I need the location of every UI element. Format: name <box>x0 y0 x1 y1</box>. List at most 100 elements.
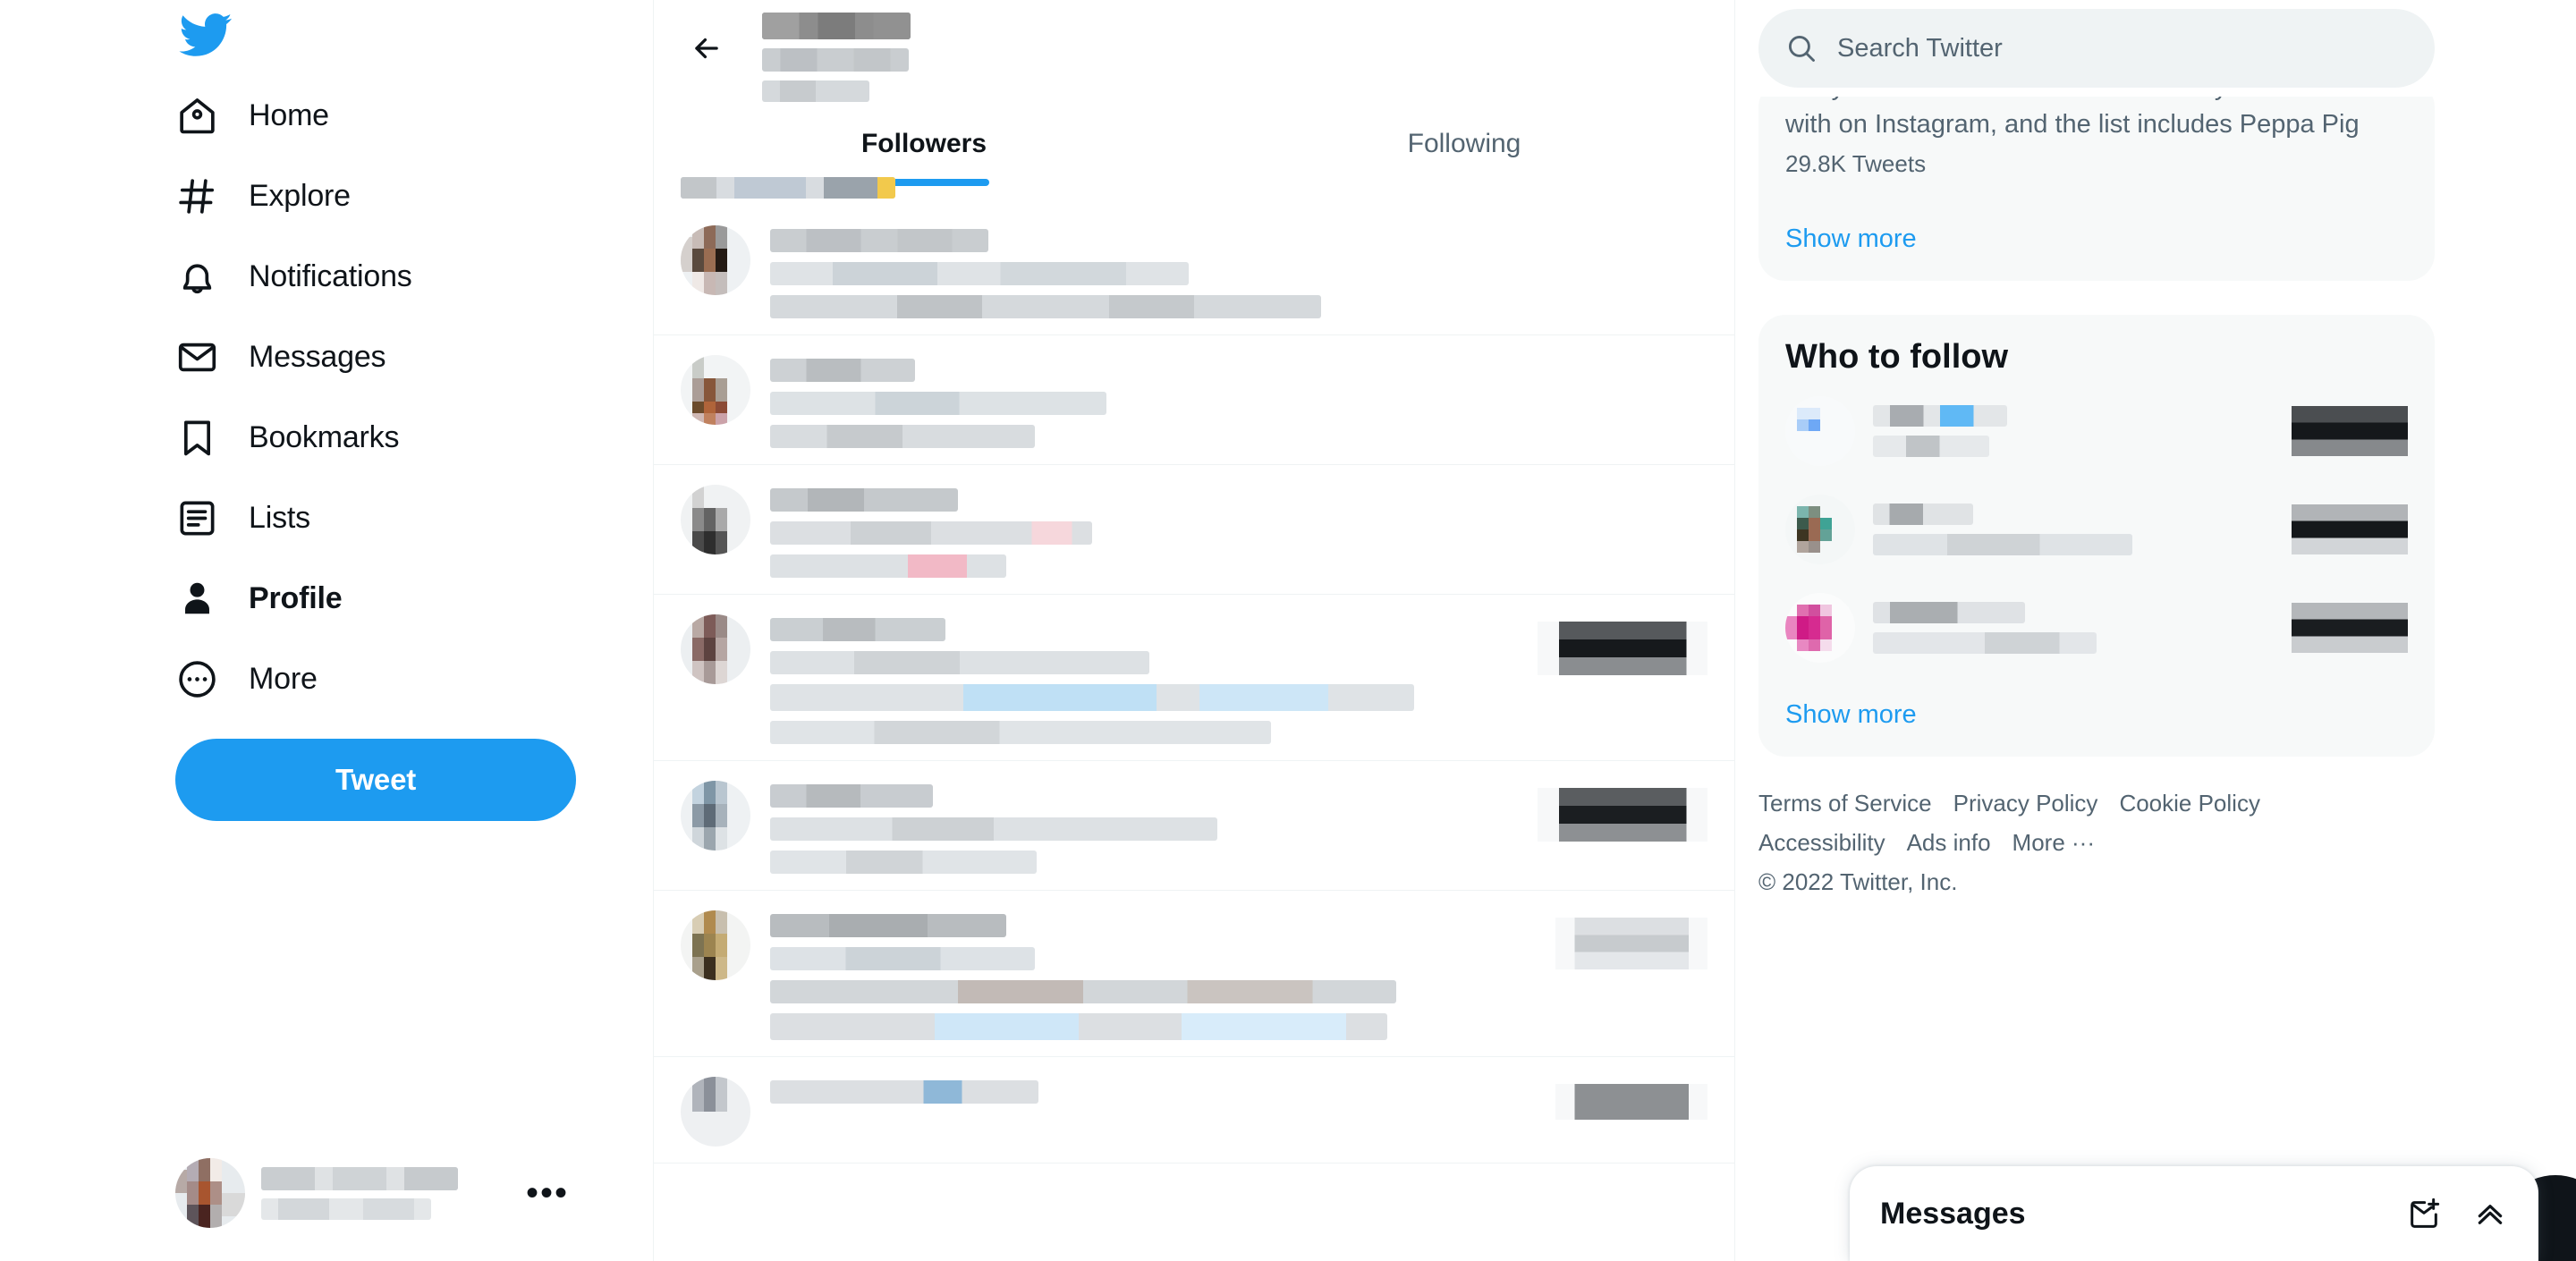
sidebar-item-notifications[interactable]: Notifications <box>175 236 443 317</box>
follower-identity <box>770 614 1464 744</box>
tab-following-label: Following <box>1407 129 1521 158</box>
follower-identity <box>770 1077 1464 1147</box>
table-row[interactable] <box>654 206 1734 335</box>
follow-button-area[interactable] <box>1484 355 1707 448</box>
avatar <box>681 910 750 980</box>
footer-link-cookie[interactable]: Cookie Policy <box>2119 783 2260 823</box>
twitter-app: Home Explore Notifications Messages Book… <box>0 0 2576 1261</box>
bookmark-icon <box>175 416 219 460</box>
follow-button[interactable] <box>2245 603 2408 653</box>
more-circle-icon <box>175 657 219 701</box>
table-row[interactable] <box>654 761 1734 891</box>
messages-dock[interactable]: Messages <box>1850 1166 2538 1261</box>
chevron-double-up-icon[interactable] <box>2472 1196 2508 1231</box>
footer-link-accessibility[interactable]: Accessibility <box>1758 823 1885 862</box>
avatar <box>175 1158 245 1228</box>
bell-icon <box>175 255 219 299</box>
who-to-follow-card: Who to follow Show more <box>1758 315 2435 757</box>
suggestion-identity <box>1873 602 2227 654</box>
sidebar-item-label: Profile <box>249 580 343 615</box>
sidebar-item-label: Explore <box>249 178 351 213</box>
search-icon <box>1788 35 1815 62</box>
sidebar-item-more[interactable]: More <box>175 639 348 719</box>
follower-identity <box>770 225 1464 318</box>
tab-followers[interactable]: Followers <box>654 102 1194 186</box>
footer: Terms of Service Privacy Policy Cookie P… <box>1758 757 2435 901</box>
follow-button-area[interactable] <box>1484 781 1707 874</box>
follower-identity <box>770 781 1464 874</box>
sidebar-item-profile[interactable]: Profile <box>175 558 372 639</box>
followers-column: Followers Following <box>653 0 1735 1261</box>
follow-button-area[interactable] <box>1484 614 1707 744</box>
sidebar-item-label: Bookmarks <box>249 419 400 454</box>
avatar <box>1785 593 1855 663</box>
sidebar-item-label: Home <box>249 97 329 132</box>
avatar <box>681 614 750 684</box>
search-input-wrapper[interactable] <box>1758 9 2435 88</box>
tab-followers-label: Followers <box>860 129 987 158</box>
hashtag-icon <box>175 174 219 218</box>
table-row[interactable] <box>654 1057 1734 1164</box>
table-row[interactable] <box>654 335 1734 465</box>
account-more-options[interactable]: ••• <box>526 1175 578 1211</box>
list-icon <box>175 496 219 540</box>
account-identity <box>261 1166 510 1220</box>
tweet-button[interactable]: Tweet <box>175 739 576 821</box>
follow-button-area[interactable] <box>1484 485 1707 578</box>
avatar <box>1785 396 1855 466</box>
footer-link-privacy[interactable]: Privacy Policy <box>1953 783 2098 823</box>
account-switcher[interactable]: ••• <box>175 1145 578 1241</box>
table-row[interactable] <box>654 891 1734 1057</box>
list-item[interactable] <box>1758 579 2435 677</box>
sidebar-item-label: Messages <box>249 339 386 374</box>
sidebar-item-explore[interactable]: Explore <box>175 156 381 236</box>
sidebar-item-messages[interactable]: Messages <box>175 317 416 397</box>
follower-identity <box>770 485 1464 578</box>
follow-button-area[interactable] <box>1484 910 1707 1040</box>
footer-link-terms[interactable]: Terms of Service <box>1758 783 1932 823</box>
footer-copyright: © 2022 Twitter, Inc. <box>1758 868 1958 895</box>
list-item[interactable] <box>1758 382 2435 480</box>
suggestion-identity <box>1873 405 2227 457</box>
back-button[interactable] <box>676 18 737 79</box>
suggestion-identity <box>1873 504 2227 555</box>
follow-button-area[interactable] <box>1484 225 1707 318</box>
follow-button-area[interactable] <box>1484 1077 1707 1147</box>
back-arrow-icon <box>695 38 718 59</box>
avatar <box>681 485 750 554</box>
footer-link-ads-info[interactable]: Ads info <box>1907 823 1991 862</box>
home-icon <box>175 94 219 138</box>
sidebar-item-home[interactable]: Home <box>175 75 360 156</box>
table-row[interactable] <box>654 465 1734 595</box>
profile-identity-header <box>762 5 911 102</box>
tab-following[interactable]: Following <box>1194 102 1734 186</box>
trending-show-more[interactable]: Show more <box>1758 201 2435 281</box>
column-header: Followers Following <box>654 0 1734 186</box>
follow-button[interactable] <box>2245 406 2408 456</box>
footer-links-row-1: Terms of Service Privacy Policy Cookie P… <box>1758 783 2408 823</box>
trend-tweet-count: 29.8K Tweets <box>1785 150 1927 177</box>
follow-button[interactable] <box>2245 504 2408 554</box>
sidebar-item-label: Lists <box>249 500 310 535</box>
list-item[interactable] <box>1758 480 2435 579</box>
avatar <box>1785 495 1855 564</box>
who-to-follow-show-more[interactable]: Show more <box>1758 677 2435 757</box>
person-icon <box>175 577 219 621</box>
footer-link-more[interactable]: More ··· <box>2012 823 2095 862</box>
table-row[interactable] <box>654 595 1734 761</box>
followers-list <box>654 177 1734 1164</box>
sidebar-item-label: Notifications <box>249 258 412 293</box>
primary-sidebar: Home Explore Notifications Messages Book… <box>0 0 653 1261</box>
twitter-bird-icon[interactable] <box>177 7 233 63</box>
right-sidebar: Kanye West lists who and what he says he… <box>1735 0 2576 1261</box>
sidebar-item-bookmarks[interactable]: Bookmarks <box>175 397 429 478</box>
sidebar-item-lists[interactable]: Lists <box>175 478 341 558</box>
followers-following-tabs: Followers Following <box>654 102 1734 186</box>
search-input[interactable] <box>1837 33 2408 63</box>
search-container <box>1758 0 2435 97</box>
who-to-follow-title: Who to follow <box>1785 338 2009 376</box>
avatar <box>681 781 750 851</box>
follower-identity <box>770 910 1464 1040</box>
trending-card: Kanye West lists who and what he says he… <box>1758 80 2435 281</box>
new-message-icon[interactable] <box>2406 1196 2442 1231</box>
